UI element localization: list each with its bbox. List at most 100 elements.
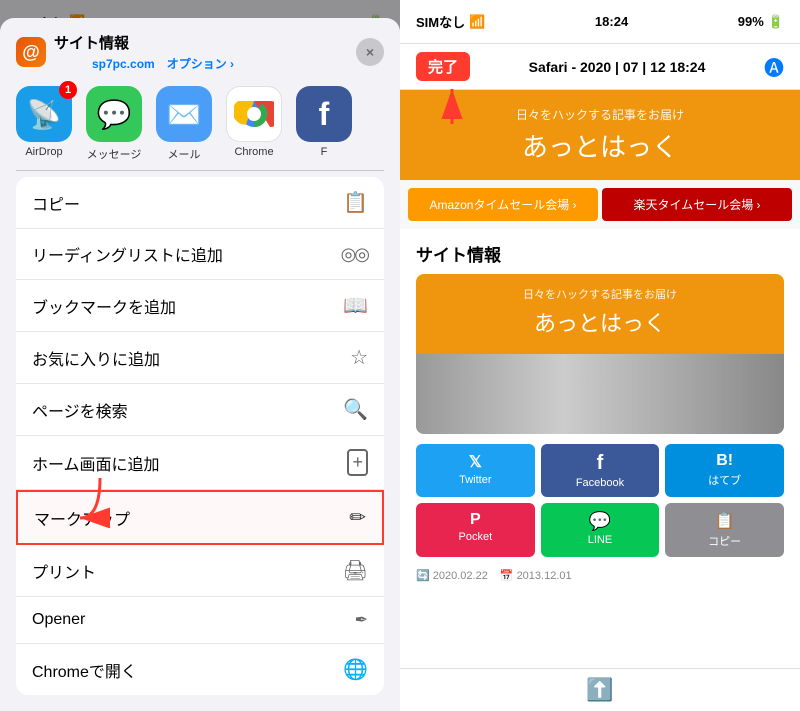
nav-profile-icon: 🅐 (764, 52, 784, 81)
airdrop-badge: 1 (59, 81, 77, 99)
twitter-share-button[interactable]: 𝕏 Twitter (416, 444, 535, 497)
site-header-title: あっとはっく (416, 127, 784, 164)
pocket-share-button[interactable]: P Pocket (416, 503, 535, 557)
app-icon-facebook[interactable]: f F (292, 86, 356, 162)
share-title-main: @ サイト情報 sp7pc.com オプション › (16, 32, 234, 72)
footer-date1: 🔄 2020.02.22 (416, 569, 488, 582)
menu-readinglist-label: リーディングリストに追加 (32, 242, 223, 266)
preview-img-gradient (416, 354, 784, 434)
menu-item-bookmark[interactable]: ブックマークを追加 📖 (16, 280, 384, 332)
copy-icon: 📋 (343, 190, 368, 215)
menu-item-favorite[interactable]: お気に入りに追加 ☆ (16, 332, 384, 384)
bookmark-icon: 📖 (343, 293, 368, 318)
nav-title: Safari - 2020 | 07 | 12 18:24 (529, 59, 706, 75)
rakuten-promo-button[interactable]: 楽天タイムセール会場 › (602, 188, 792, 221)
status-carrier-group: SIMなし 📶 (416, 12, 485, 31)
arrow-markup-indicator (60, 468, 140, 533)
promo-bar: Amazonタイムセール会場 › 楽天タイムセール会場 › (400, 180, 800, 229)
mail-icon-circle: ✉️ (156, 86, 212, 142)
hatena-icon: B! (716, 452, 733, 470)
chrome-svg-icon (234, 94, 274, 134)
share-subtitle: sp7pc.com オプション › (54, 55, 234, 72)
facebook-share-icon: f (597, 452, 604, 475)
carrier-right: SIMなし (416, 12, 465, 31)
arrow-done-indicator (422, 74, 482, 129)
status-battery-group: 99% 🔋 (738, 14, 784, 30)
separator-1 (16, 170, 384, 171)
menu-copy-label: コピー (32, 191, 80, 215)
menu-item-opener[interactable]: Opener ✒ (16, 597, 384, 644)
app-icons-row: 📡 1 AirDrop 💬 メッセージ ✉️ (0, 78, 400, 170)
print-icon: 🖨 (343, 558, 368, 583)
twitter-icon: 𝕏 (469, 452, 482, 472)
menu-item-chromeopen[interactable]: Chromeで開く 🌐 (16, 644, 384, 695)
close-button[interactable]: × (356, 38, 384, 66)
copy-share-button[interactable]: 📋 コピー (665, 503, 784, 557)
menu-item-copy[interactable]: コピー 📋 (16, 177, 384, 229)
airdrop-icon-circle: 📡 1 (16, 86, 72, 142)
chromeopen-icon: 🌐 (343, 657, 368, 682)
messages-symbol: 💬 (97, 98, 132, 131)
menu-item-print[interactable]: プリント 🖨 (16, 545, 384, 597)
bottom-toolbar: ⬆️ (400, 668, 800, 711)
arrow-done-svg (422, 74, 482, 124)
menu-search-label: ページを検索 (32, 398, 128, 422)
menu-chromeopen-label: Chromeで開く (32, 658, 137, 682)
footer-date2: 📅 2013.12.01 (500, 569, 572, 582)
menu-favorite-label: お気に入りに追加 (32, 346, 160, 370)
battery-icon-right: 🔋 (768, 14, 784, 30)
menu-opener-label: Opener (32, 611, 85, 629)
reading-icon: ◎◎ (341, 244, 368, 265)
site-info-title: サイト情報 (416, 241, 784, 266)
mail-label: メール (168, 146, 201, 162)
facebook-label: F (321, 146, 328, 158)
facebook-share-button[interactable]: f Facebook (541, 444, 660, 497)
status-bar-right: SIMなし 📶 18:24 99% 🔋 (400, 0, 800, 44)
menu-items-group: コピー 📋 リーディングリストに追加 ◎◎ ブックマークを追加 📖 お気に入りに… (16, 177, 384, 695)
time-right: 18:24 (595, 14, 628, 29)
website-content: 日々をハックする記事をお届け あっとはっく Amazonタイムセール会場 › 楽… (400, 90, 800, 668)
share-toolbar-icon[interactable]: ⬆️ (586, 677, 613, 703)
share-app-icon: @ (16, 37, 46, 67)
menu-bookmark-label: ブックマークを追加 (32, 294, 176, 318)
search-icon: 🔍 (343, 397, 368, 422)
facebook-icon-circle: f (296, 86, 352, 142)
app-icon-messages[interactable]: 💬 メッセージ (82, 86, 146, 162)
facebook-symbol: f (319, 96, 330, 133)
app-icon-airdrop[interactable]: 📡 1 AirDrop (12, 86, 76, 162)
line-icon: 💬 (589, 511, 611, 532)
airdrop-label: AirDrop (25, 146, 62, 158)
messages-icon-circle: 💬 (86, 86, 142, 142)
twitter-label: Twitter (459, 474, 491, 486)
airdrop-symbol: 📡 (27, 98, 62, 131)
line-share-button[interactable]: 💬 LINE (541, 503, 660, 557)
hatena-share-button[interactable]: B! はてブ (665, 444, 784, 497)
left-panel: SIMなし 📶 18:24 99% 🔋 @ サイト情報 sp7pc.com オプ… (0, 0, 400, 711)
share-sheet-content: @ サイト情報 sp7pc.com オプション › × 📡 1 (0, 18, 400, 711)
line-label: LINE (588, 534, 612, 546)
opener-icon: ✒ (355, 610, 368, 630)
share-buttons-grid: 𝕏 Twitter f Facebook B! はてブ P Pocket 💬 (416, 444, 784, 557)
app-icon-mail[interactable]: ✉️ メール (152, 86, 216, 162)
share-sheet-overlay: @ サイト情報 sp7pc.com オプション › × 📡 1 (0, 0, 400, 711)
home-icon: + (347, 449, 368, 476)
facebook-share-label: Facebook (576, 477, 624, 489)
menu-item-search[interactable]: ページを検索 🔍 (16, 384, 384, 436)
app-icon-chrome[interactable]: Chrome (222, 86, 286, 162)
nav-bar-container: 完了 Safari - 2020 | 07 | 12 18:24 🅐 (400, 44, 800, 90)
site-preview-card: 日々をハックする記事をお届け あっとはっく (416, 274, 784, 434)
site-preview-inner: 日々をハックする記事をお届け あっとはっく (416, 274, 784, 354)
menu-item-readinglist[interactable]: リーディングリストに追加 ◎◎ (16, 229, 384, 280)
messages-label: メッセージ (87, 146, 142, 162)
amazon-promo-button[interactable]: Amazonタイムセール会場 › (408, 188, 598, 221)
site-info-section: サイト情報 日々をハックする記事をお届け あっとはっく 𝕏 Twitter (400, 229, 800, 600)
share-title-text: サイト情報 (54, 32, 234, 53)
pocket-label: Pocket (459, 531, 493, 543)
copy-share-label: コピー (708, 533, 741, 549)
pocket-icon: P (470, 511, 481, 529)
copy-share-icon: 📋 (715, 511, 735, 531)
right-panel: SIMなし 📶 18:24 99% 🔋 完了 Safari - 2020 | 0… (400, 0, 800, 711)
favorite-icon: ☆ (350, 345, 368, 370)
chrome-icon-circle (226, 86, 282, 142)
battery-right: 99% (738, 14, 764, 29)
